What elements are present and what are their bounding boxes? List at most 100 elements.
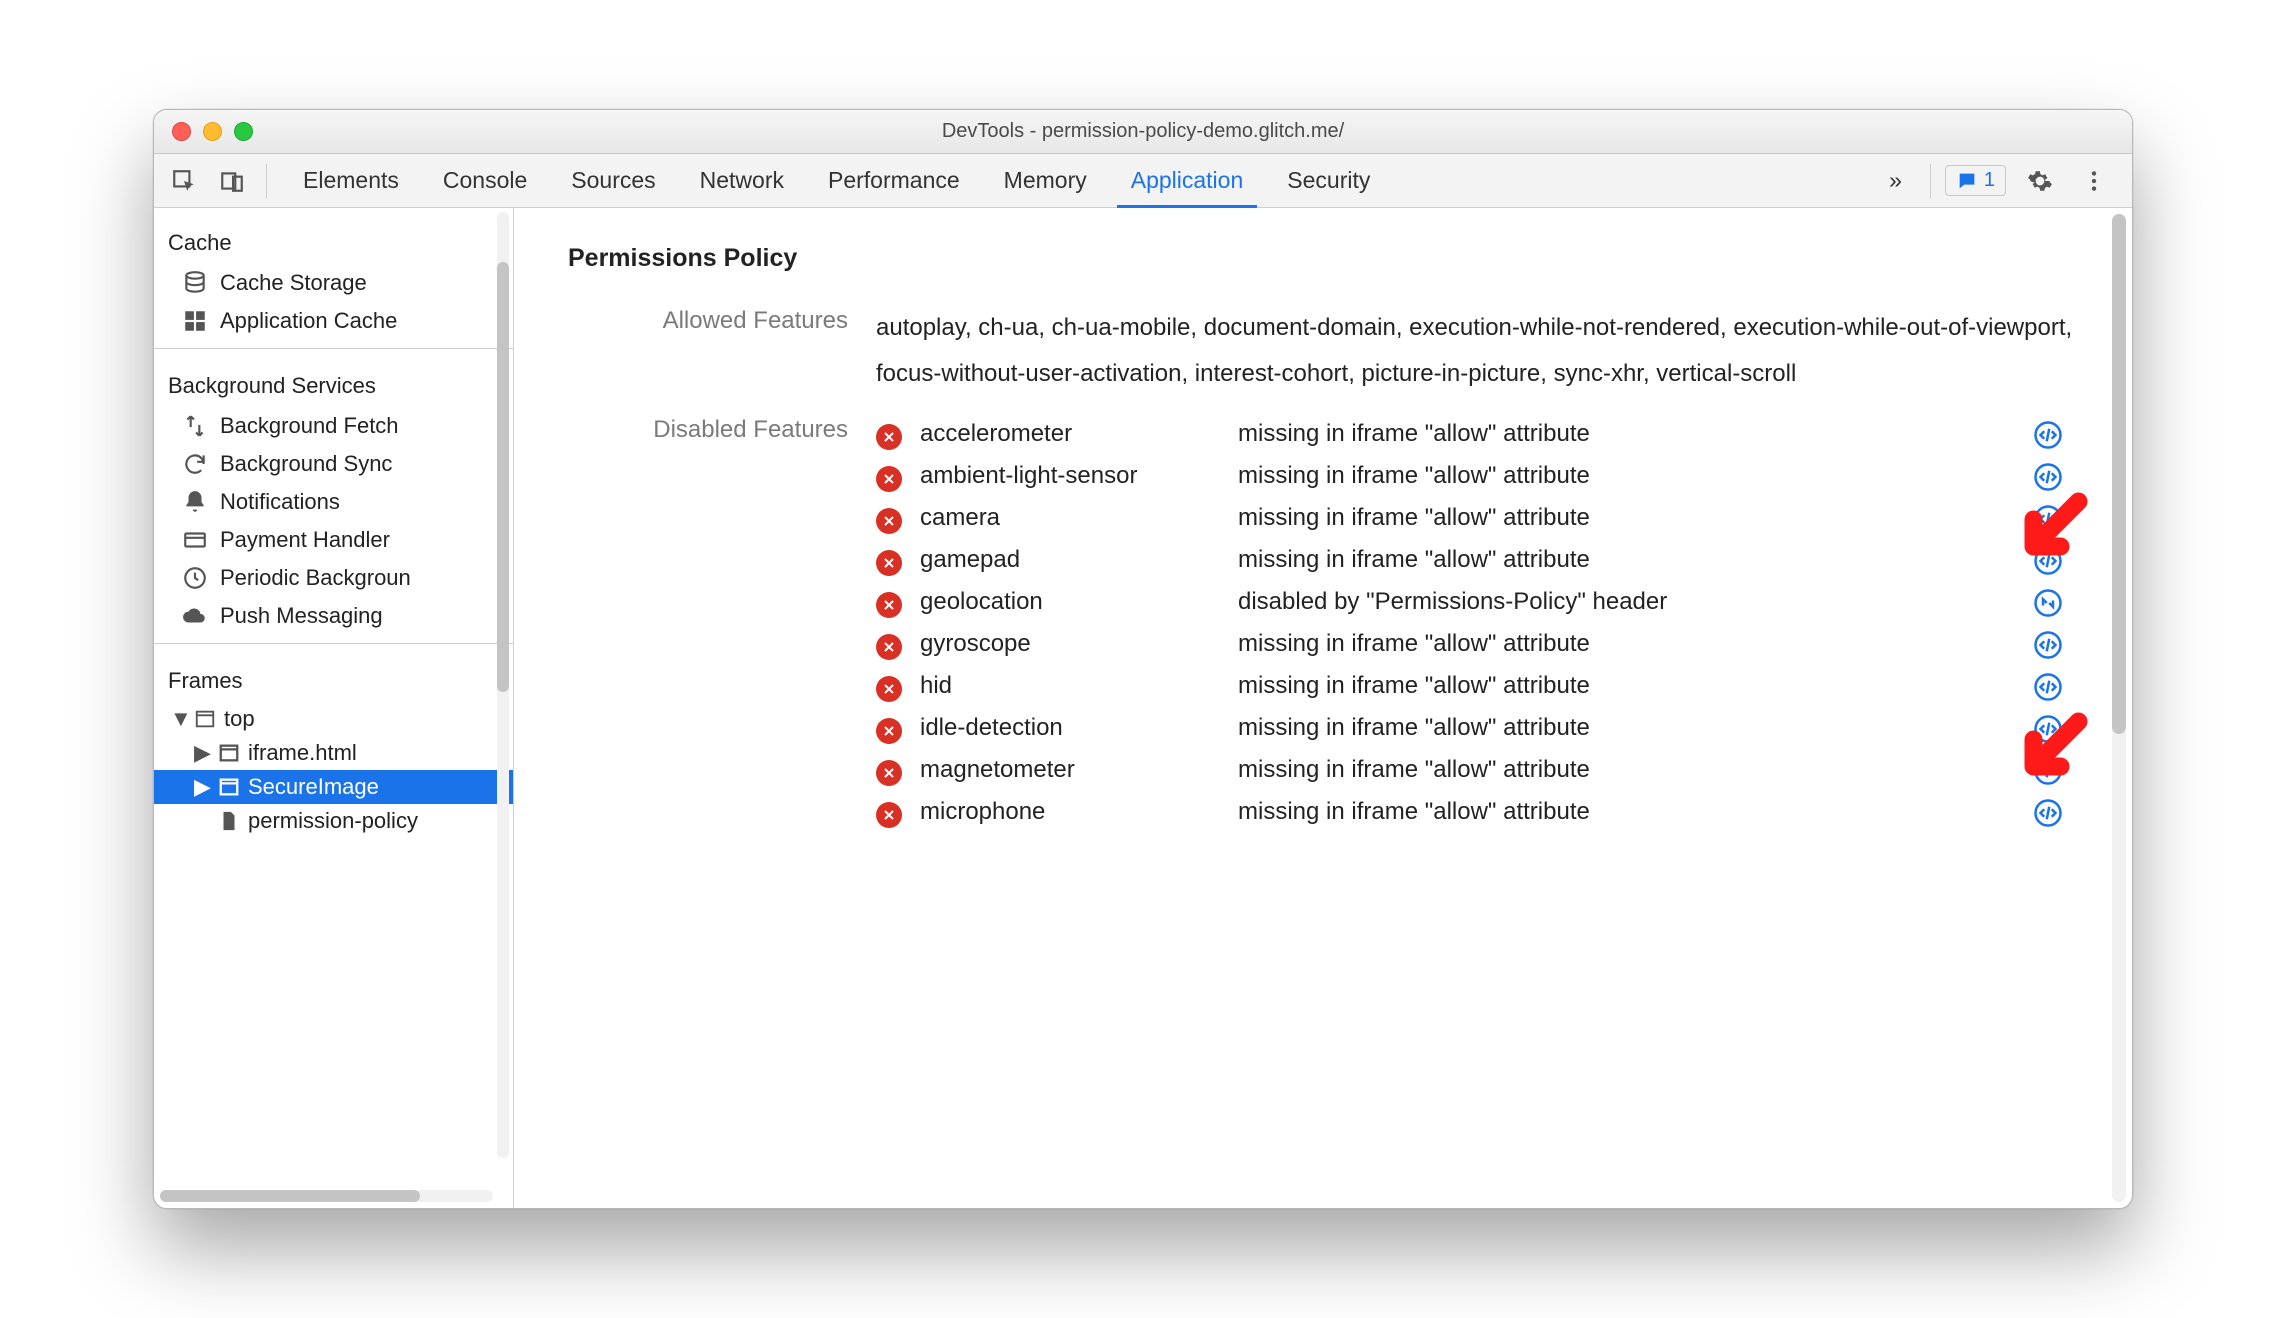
feature-name: geolocation <box>920 588 1230 616</box>
tab-network[interactable]: Network <box>678 154 806 207</box>
iframe-icon <box>218 742 240 764</box>
settings-button[interactable] <box>2020 161 2060 201</box>
sidebar-item-application-cache[interactable]: Application Cache <box>154 302 513 340</box>
tab-performance[interactable]: Performance <box>806 154 982 207</box>
error-icon <box>876 718 902 744</box>
sidebar-item-label: Periodic Backgroun <box>220 565 411 591</box>
disabled-feature-row: hidmissing in iframe "allow" attribute <box>876 666 2078 708</box>
sidebar-item-label: Application Cache <box>220 308 397 334</box>
reveal-element-button[interactable] <box>2018 672 2078 702</box>
tabs-overflow-button[interactable]: » <box>1875 167 1916 194</box>
sidebar-section-cache: Cache <box>154 214 513 264</box>
feature-name: magnetometer <box>920 756 1230 784</box>
feature-name: camera <box>920 504 1230 532</box>
annotation-arrow-icon <box>2002 488 2092 585</box>
disabled-feature-row: gyroscopemissing in iframe "allow" attri… <box>876 624 2078 666</box>
file-icon <box>218 810 240 832</box>
card-icon <box>182 527 208 553</box>
feature-reason: missing in iframe "allow" attribute <box>1238 798 2010 826</box>
window-icon <box>194 708 216 730</box>
window-titlebar: DevTools - permission-policy-demo.glitch… <box>154 110 2132 154</box>
feature-reason: missing in iframe "allow" attribute <box>1238 756 2010 784</box>
error-icon <box>876 760 902 786</box>
caret-right-icon: ▶ <box>194 774 210 800</box>
more-menu-button[interactable] <box>2074 161 2114 201</box>
error-icon <box>876 676 902 702</box>
tab-security[interactable]: Security <box>1265 154 1392 207</box>
disabled-feature-row: ambient-light-sensor missing in iframe "a… <box>876 456 2078 498</box>
device-toolbar-button[interactable] <box>212 161 252 201</box>
inspect-element-button[interactable] <box>164 161 204 201</box>
error-icon <box>876 424 902 450</box>
frame-tree-item-permission-policy[interactable]: permission-policy <box>154 804 513 838</box>
zoom-window-button[interactable] <box>234 122 253 141</box>
disabled-feature-row: gamepad missing in iframe "allow" attribu… <box>876 540 2078 582</box>
frame-tree-item-secureimage[interactable]: ▶SecureImage <box>154 770 513 804</box>
tiles-icon <box>182 308 208 334</box>
section-title: Permissions Policy <box>568 244 2078 273</box>
sidebar-item-background-sync[interactable]: Background Sync <box>154 445 513 483</box>
error-icon <box>876 802 902 828</box>
allowed-features-label: Allowed Features <box>568 305 848 335</box>
feature-name: ambient-light-sensor <box>920 462 1230 490</box>
feature-name: gyroscope <box>920 630 1230 658</box>
tab-elements[interactable]: Elements <box>281 154 421 207</box>
cloud-icon <box>182 603 208 629</box>
panel-tabs: ElementsConsoleSourcesNetworkPerformance… <box>281 154 1867 207</box>
caret-right-icon <box>194 808 210 834</box>
devtools-toolbar: ElementsConsoleSourcesNetworkPerformance… <box>154 154 2132 208</box>
reveal-element-button[interactable] <box>2018 420 2078 450</box>
error-icon <box>876 508 902 534</box>
fetch-icon <box>182 413 208 439</box>
reveal-header-button[interactable] <box>2018 588 2078 618</box>
sidebar-item-label: Cache Storage <box>220 270 367 296</box>
sidebar-item-push-messaging[interactable]: Push Messaging <box>154 597 513 635</box>
sidebar-section-background-services: Background Services <box>154 357 513 407</box>
toolbar-divider <box>266 164 267 198</box>
feature-reason: missing in iframe "allow" attribute <box>1238 462 2010 490</box>
error-icon <box>876 550 902 576</box>
iframe-icon <box>218 776 240 798</box>
sidebar-item-periodic-backgroun[interactable]: Periodic Backgroun <box>154 559 513 597</box>
frame-label: top <box>224 706 255 732</box>
sidebar-horizontal-scrollbar[interactable] <box>160 1190 493 1202</box>
allowed-features-value: autoplay, ch-ua, ch-ua-mobile, document-… <box>876 305 2078 396</box>
sidebar-item-notifications[interactable]: Notifications <box>154 483 513 521</box>
feature-reason: missing in iframe "allow" attribute <box>1238 546 2010 574</box>
feature-reason: missing in iframe "allow" attribute <box>1238 672 2010 700</box>
caret-right-icon: ▶ <box>194 740 210 766</box>
disabled-feature-row: accelerometermissing in iframe "allow" a… <box>876 414 2078 456</box>
sidebar-item-payment-handler[interactable]: Payment Handler <box>154 521 513 559</box>
sidebar-item-label: Push Messaging <box>220 603 383 629</box>
tab-console[interactable]: Console <box>421 154 549 207</box>
sidebar-item-label: Background Sync <box>220 451 392 477</box>
sidebar-vertical-scrollbar[interactable] <box>497 212 509 1158</box>
sidebar-item-label: Payment Handler <box>220 527 390 553</box>
window-controls <box>172 122 253 141</box>
toolbar-right: 1 <box>1945 161 2122 201</box>
frame-tree-item-iframe-html[interactable]: ▶iframe.html <box>154 736 513 770</box>
issues-button[interactable]: 1 <box>1945 165 2006 196</box>
sidebar-item-cache-storage[interactable]: Cache Storage <box>154 264 513 302</box>
sync-icon <box>182 451 208 477</box>
disabled-feature-row: cameramissing in iframe "allow" attribut… <box>876 498 2078 540</box>
tab-application[interactable]: Application <box>1109 154 1266 207</box>
toolbar-divider <box>1930 164 1931 198</box>
sidebar-item-background-fetch[interactable]: Background Fetch <box>154 407 513 445</box>
disabled-feature-row: idle-detectionmissing in iframe "allow" … <box>876 708 2078 750</box>
main-panel: Permissions Policy Allowed Features auto… <box>514 208 2132 1208</box>
minimize-window-button[interactable] <box>203 122 222 141</box>
main-vertical-scrollbar[interactable] <box>2112 214 2126 1202</box>
bell-icon <box>182 489 208 515</box>
sidebar-section-frames: Frames <box>154 652 513 702</box>
close-window-button[interactable] <box>172 122 191 141</box>
caret-down-icon: ▼ <box>170 706 186 732</box>
tab-sources[interactable]: Sources <box>549 154 677 207</box>
frame-tree-root[interactable]: ▼ top <box>154 702 513 736</box>
reveal-element-button[interactable] <box>2018 630 2078 660</box>
feature-name: gamepad <box>920 546 1230 574</box>
tab-memory[interactable]: Memory <box>982 154 1109 207</box>
clock-icon <box>182 565 208 591</box>
disabled-features-label: Disabled Features <box>568 414 848 444</box>
feature-reason: missing in iframe "allow" attribute <box>1238 714 2010 742</box>
